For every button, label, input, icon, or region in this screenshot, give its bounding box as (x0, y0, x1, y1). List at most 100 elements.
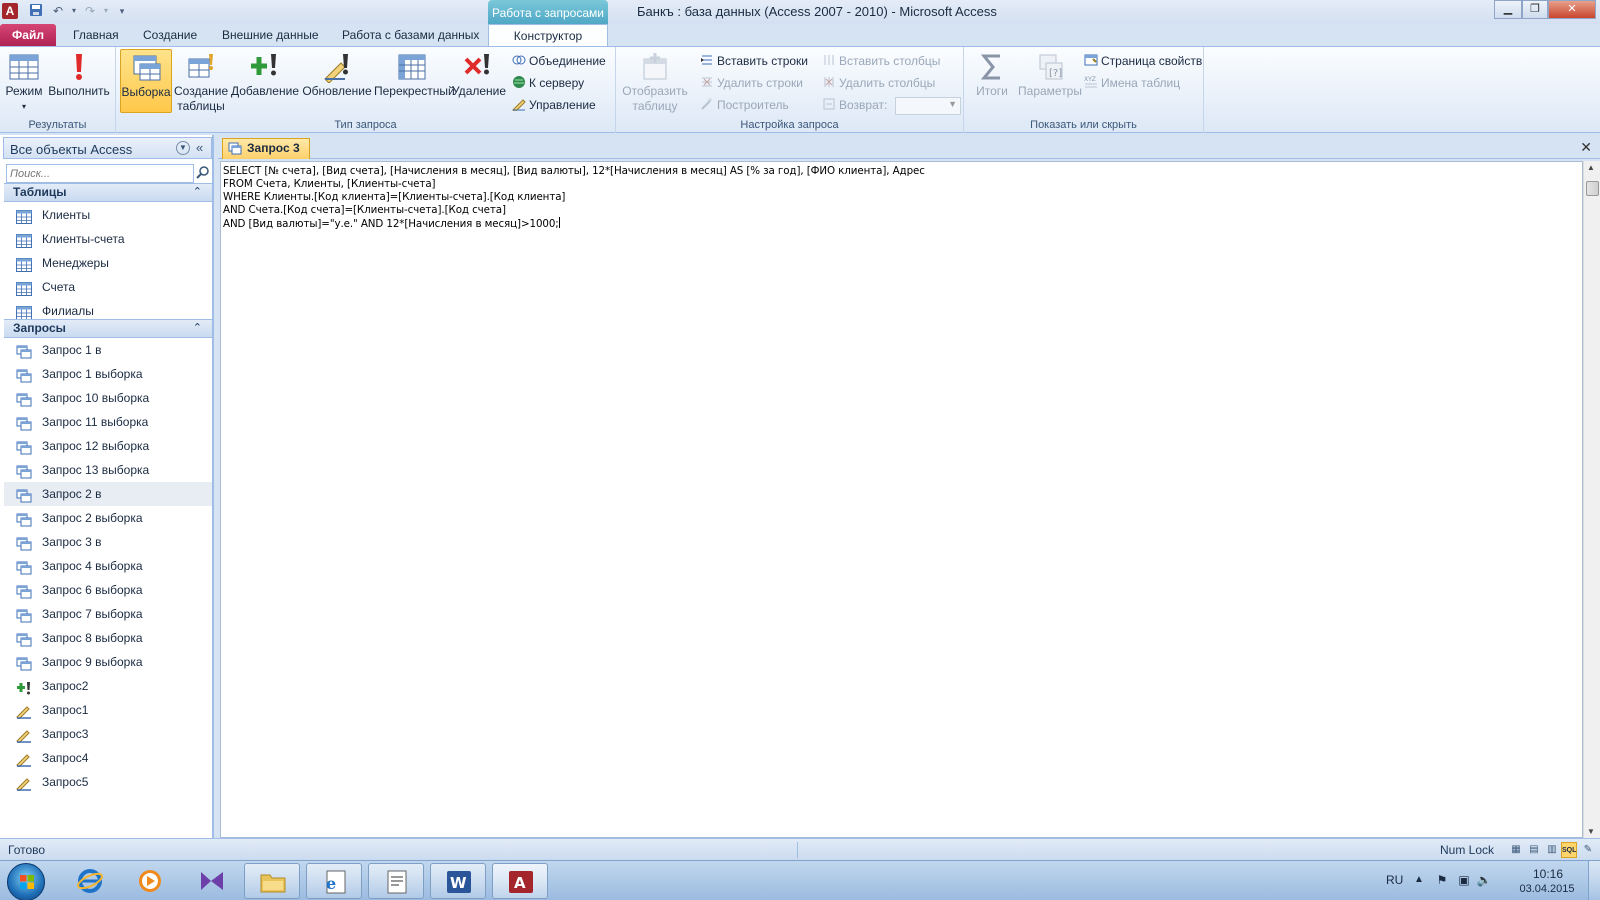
delete-rows-button[interactable]: Удалить строки (700, 73, 803, 93)
nav-query-item[interactable]: Запрос 1 выборка (4, 362, 212, 386)
nav-query-item[interactable]: Запрос 7 выборка (4, 602, 212, 626)
clock-date[interactable]: 03.04.2015 (1512, 883, 1582, 895)
nav-query-item[interactable]: Запрос 9 выборка (4, 650, 212, 674)
nav-search-input[interactable] (6, 164, 194, 183)
redo-icon[interactable]: ↷ (82, 3, 98, 19)
totals-button[interactable]: Итоги (970, 49, 1014, 113)
customize-quick-access-icon[interactable]: ▾ (114, 3, 130, 19)
builder-button[interactable]: Построитель (700, 95, 789, 115)
nav-query-item[interactable]: Запрос5 (4, 770, 212, 794)
pivot-table-view-icon[interactable]: ▤ (1526, 842, 1542, 858)
volume-icon[interactable]: 🔈 (1476, 873, 1492, 889)
nav-query-item[interactable]: Запрос 10 выборка (4, 386, 212, 410)
sql-view-icon[interactable]: SQL (1561, 842, 1577, 858)
close-document-icon[interactable]: ✕ (1580, 139, 1592, 156)
nav-menu-dropdown-icon[interactable]: ▼ (176, 141, 190, 155)
nav-query-item[interactable]: Запрос 11 выборка (4, 410, 212, 434)
nav-query-item[interactable]: Запрос1 (4, 698, 212, 722)
nav-table-item[interactable]: Менеджеры (4, 251, 212, 275)
delete-query-button[interactable]: Удаление (452, 49, 506, 113)
crosstab-query-button[interactable]: Перекрестный (374, 49, 455, 113)
language-indicator[interactable]: RU (1386, 873, 1403, 887)
show-hidden-icons-icon[interactable]: ▲ (1414, 874, 1424, 885)
nav-query-item[interactable]: Запрос 12 выборка (4, 434, 212, 458)
data-definition-button[interactable]: Управление (512, 95, 596, 115)
nav-query-item[interactable]: Запрос4 (4, 746, 212, 770)
nav-table-label: Счета (42, 280, 76, 294)
nav-query-item[interactable]: Запрос 13 выборка (4, 458, 212, 482)
start-button[interactable] (7, 863, 45, 900)
parameters-button[interactable]: [?] Параметры (1016, 49, 1084, 113)
tab-database-tools[interactable]: Работа с базами данных (342, 24, 479, 46)
datasheet-view-icon[interactable]: ▦ (1508, 842, 1524, 858)
taskbar-visual-studio[interactable] (184, 863, 240, 899)
document-tab-query[interactable]: Запрос 3 в (222, 138, 310, 174)
minimize-button[interactable]: ▁ (1494, 0, 1522, 19)
scroll-thumb[interactable] (1586, 181, 1599, 196)
table-names-button[interactable]: XYZ Имена таблиц (1084, 73, 1180, 93)
scroll-up-icon[interactable]: ▲ (1587, 163, 1595, 172)
tab-create[interactable]: Создание (143, 24, 197, 46)
run-button[interactable]: Выполнить (48, 49, 110, 113)
nav-header[interactable]: Все объекты Access ▼ « (3, 137, 212, 159)
union-query-button[interactable]: Объединение (512, 51, 606, 71)
access-app-icon[interactable]: A (2, 3, 18, 19)
tab-external-data[interactable]: Внешние данные (222, 24, 319, 46)
clock-time[interactable]: 10:16 (1518, 867, 1578, 881)
design-view-icon[interactable]: ✎ (1580, 842, 1596, 858)
nav-query-item[interactable]: Запрос 8 выборка (4, 626, 212, 650)
search-icon[interactable] (196, 165, 210, 181)
nav-section-queries[interactable]: Запросы ⌃ (4, 319, 212, 338)
nav-table-item[interactable]: Клиенты-счета (4, 227, 212, 251)
tab-file[interactable]: Файл (0, 24, 56, 46)
nav-query-item[interactable]: Запрос 4 выборка (4, 554, 212, 578)
append-query-button[interactable]: Добавление (230, 49, 300, 113)
nav-query-item[interactable]: Запрос 2 выборка (4, 506, 212, 530)
undo-icon[interactable]: ↶ (50, 3, 66, 19)
save-icon[interactable] (28, 3, 44, 19)
delete-columns-button[interactable]: Удалить столбцы (822, 73, 935, 93)
sql-line: FROM Счета, Клиенты, [Клиенты-счета] (223, 178, 436, 190)
sql-text[interactable]: SELECT [№ счета], [Вид счета], [Начислен… (223, 165, 925, 231)
make-table-button[interactable]: Создание таблицы (174, 49, 228, 113)
nav-query-item[interactable]: Запрос2 (4, 674, 212, 698)
insert-columns-button[interactable]: Вставить столбцы (822, 51, 940, 71)
shutter-bar-collapse-icon[interactable]: « (196, 140, 203, 155)
show-desktop-button[interactable] (1588, 861, 1600, 900)
update-query-button[interactable]: Обновление (302, 49, 372, 113)
taskbar-internet-explorer-pinned[interactable] (62, 863, 118, 899)
pass-through-button[interactable]: К серверу (512, 73, 584, 93)
close-window-button[interactable]: ✕ (1548, 0, 1596, 19)
taskbar-microsoft-access[interactable]: A (492, 863, 548, 899)
nav-table-item[interactable]: Счета (4, 275, 212, 299)
taskbar-microsoft-word[interactable]: W (430, 863, 486, 899)
undo-dropdown-icon[interactable]: ▾ (66, 3, 82, 19)
show-table-button[interactable]: Отобразить таблицу (620, 49, 690, 113)
property-sheet-button[interactable]: Страница свойств (1084, 51, 1202, 71)
restore-button[interactable]: ❐ (1522, 0, 1548, 19)
pivot-chart-view-icon[interactable]: ▥ (1544, 842, 1560, 858)
nav-query-item[interactable]: Запрос3 (4, 722, 212, 746)
sql-editor[interactable]: SELECT [№ счета], [Вид счета], [Начислен… (220, 161, 1583, 838)
nav-query-item[interactable]: Запрос 6 выборка (4, 578, 212, 602)
view-mode-button[interactable]: Режим ▾ (2, 49, 46, 113)
return-combobox[interactable]: ▼ (895, 97, 961, 115)
nav-query-item[interactable]: Запрос 2 в (4, 482, 212, 506)
nav-table-item[interactable]: Клиенты (4, 203, 212, 227)
taskbar-media-player[interactable] (122, 863, 178, 899)
nav-query-item[interactable]: Запрос 3 в (4, 530, 212, 554)
insert-rows-button[interactable]: Вставить строки (700, 51, 808, 71)
tab-design[interactable]: Конструктор (488, 24, 608, 46)
redo-dropdown-icon[interactable]: ▾ (98, 3, 114, 19)
network-icon[interactable]: ▣ (1456, 873, 1472, 889)
taskbar-internet-explorer[interactable]: e (306, 863, 362, 899)
taskbar-text-editor[interactable] (368, 863, 424, 899)
vertical-scrollbar[interactable]: ▲ ▼ (1583, 161, 1600, 838)
tab-home[interactable]: Главная (73, 24, 119, 46)
action-center-icon[interactable]: ⚑ (1434, 873, 1450, 889)
select-query-button[interactable]: Выборка (120, 49, 172, 113)
scroll-down-icon[interactable]: ▼ (1587, 827, 1595, 836)
nav-section-tables[interactable]: Таблицы ⌃ (4, 183, 212, 202)
nav-query-item[interactable]: Запрос 1 в (4, 338, 212, 362)
taskbar-file-explorer[interactable] (244, 863, 300, 899)
